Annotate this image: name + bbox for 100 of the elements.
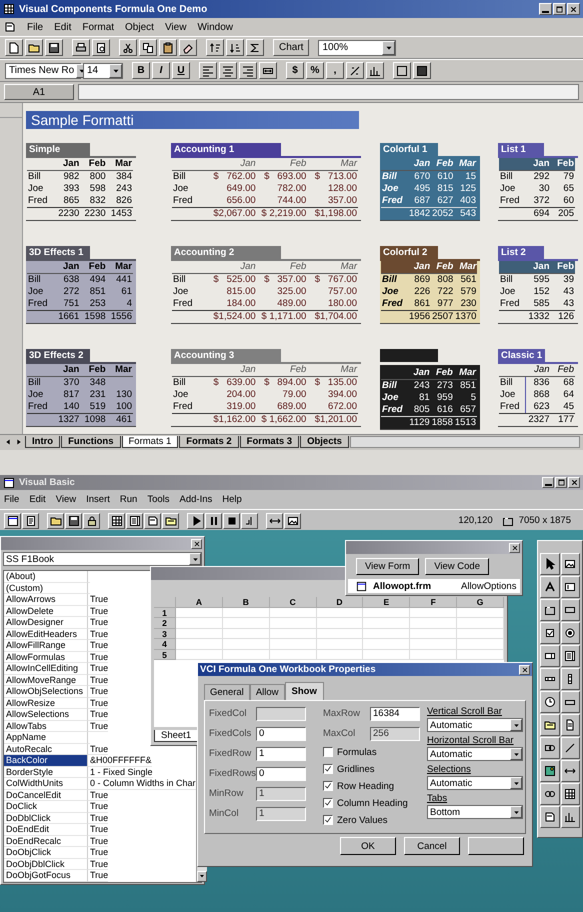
menu-item[interactable]: Run [120, 494, 138, 505]
grid-cell[interactable] [316, 608, 364, 618]
property-name[interactable]: AllowFillRange [4, 640, 88, 652]
close-button[interactable] [567, 3, 580, 15]
grid-cell[interactable] [363, 608, 410, 618]
property-value[interactable]: True [88, 686, 108, 698]
menu-item[interactable]: File [27, 22, 44, 32]
number-format-button[interactable]: $ [286, 62, 304, 79]
number-format-button[interactable]: , [326, 62, 344, 79]
property-value[interactable]: 1 - Fixed Single [88, 766, 153, 778]
grid-cell[interactable] [176, 628, 223, 640]
eraser-button[interactable] [179, 39, 197, 56]
dropdown[interactable]: Automatic [427, 776, 523, 790]
pointer-tool[interactable] [540, 553, 560, 575]
menu-editor-button[interactable] [108, 512, 125, 528]
property-name[interactable]: ColWidthUnits [4, 778, 88, 790]
stop-button[interactable] [223, 512, 240, 528]
grid-cell[interactable] [176, 639, 223, 650]
grid-cell[interactable] [363, 650, 410, 660]
property-value[interactable]: &H00FFFFFF& [88, 755, 152, 766]
property-name[interactable]: BorderStyle [4, 766, 88, 778]
chart-button[interactable]: Chart [273, 39, 310, 56]
chart-tool[interactable] [560, 806, 580, 828]
property-value[interactable]: True [88, 663, 108, 674]
maximize-button[interactable] [553, 3, 566, 15]
grid-cell[interactable] [222, 639, 270, 650]
project-button[interactable]: View Code [425, 558, 490, 575]
number-field[interactable]: 0 [256, 726, 306, 740]
combobox-tool[interactable] [540, 645, 560, 667]
property-value[interactable]: True [88, 812, 108, 824]
property-value[interactable]: True [88, 858, 108, 870]
maximize-button[interactable] [555, 477, 567, 488]
drive-list-tool[interactable] [560, 691, 580, 713]
close-button[interactable] [519, 664, 530, 674]
vertical-scrollbar-tool[interactable] [560, 668, 580, 690]
format-button[interactable]: U [172, 62, 190, 79]
minimize-button[interactable] [542, 477, 554, 488]
lock-button[interactable] [83, 512, 100, 528]
cut-button[interactable] [119, 39, 137, 56]
grid-cell[interactable] [457, 639, 504, 650]
preview-button[interactable] [92, 39, 110, 56]
ole-tool[interactable] [540, 783, 560, 805]
sheet-tab[interactable]: Intro [25, 436, 60, 448]
object-dropdown[interactable]: SS F1Book [3, 552, 202, 566]
property-name[interactable]: AllowDelete [4, 606, 88, 617]
grid-cell[interactable] [457, 618, 504, 629]
option-button-tool[interactable] [560, 622, 580, 644]
property-value[interactable]: True [88, 847, 108, 858]
grid-cell[interactable] [222, 608, 270, 618]
dialog-tab[interactable]: General [204, 684, 250, 700]
checkbox-tool[interactable] [540, 622, 560, 644]
file-name[interactable]: Allowopt.frm [373, 580, 455, 592]
project-button[interactable] [162, 512, 179, 528]
form-button[interactable] [4, 512, 21, 528]
property-name[interactable]: AllowDesigner [4, 617, 88, 628]
listbox-tool[interactable] [560, 645, 580, 667]
paste-button[interactable] [159, 39, 177, 56]
number-field[interactable]: 1 [256, 746, 306, 760]
dialog-button[interactable]: OK [340, 837, 396, 855]
close-button[interactable] [191, 538, 202, 548]
run-button[interactable] [187, 512, 204, 528]
sheet-tab[interactable]: Objects [300, 436, 349, 448]
property-name[interactable]: AllowMoveRange [4, 674, 88, 686]
checkbox[interactable] [323, 781, 333, 791]
property-name[interactable]: AllowInCellEditing [4, 663, 88, 674]
picture-tool[interactable] [560, 553, 580, 575]
folder-button[interactable] [25, 39, 43, 56]
property-name[interactable]: AllowResize [4, 698, 88, 709]
timer-tool[interactable] [540, 691, 560, 713]
grid-cell[interactable] [457, 628, 504, 640]
data-tool[interactable] [560, 760, 580, 782]
decimal-button[interactable] [346, 62, 364, 79]
menu-item[interactable]: Help [222, 494, 242, 505]
grid-cell[interactable] [457, 608, 504, 618]
grid-cell[interactable] [410, 639, 458, 650]
sheet-tab[interactable]: Formats 2 [179, 436, 239, 448]
grid-cell[interactable] [270, 618, 317, 629]
checkbox[interactable] [323, 815, 333, 825]
property-name[interactable]: AllowTabs [4, 720, 88, 732]
property-value[interactable]: True [88, 698, 108, 709]
number-field[interactable]: 0 [256, 766, 306, 780]
frame-tool[interactable] [540, 599, 560, 621]
line-tool[interactable] [560, 737, 580, 759]
grid-cell[interactable] [457, 650, 504, 660]
format-button[interactable]: I [152, 62, 170, 79]
grid-cell[interactable] [410, 628, 458, 640]
horizontal-scrollbar-tool[interactable] [540, 668, 560, 690]
property-name[interactable]: AllowArrows [4, 594, 88, 606]
grid-cell[interactable] [222, 618, 270, 629]
border-button[interactable] [393, 62, 411, 79]
folder-button[interactable] [47, 512, 64, 528]
dropdown[interactable]: Automatic [427, 747, 523, 761]
file-list-tool[interactable] [560, 714, 580, 736]
format-button[interactable]: B [132, 62, 150, 79]
property-name[interactable]: AllowEditHeaders [4, 628, 88, 640]
property-name[interactable]: DoEndRecalc [4, 836, 88, 847]
menu-item[interactable]: Tools [147, 494, 170, 505]
property-value[interactable]: 0 - Column Widths in Char [88, 778, 196, 790]
grid-cell[interactable] [363, 618, 410, 629]
dialog-button[interactable] [468, 837, 524, 855]
